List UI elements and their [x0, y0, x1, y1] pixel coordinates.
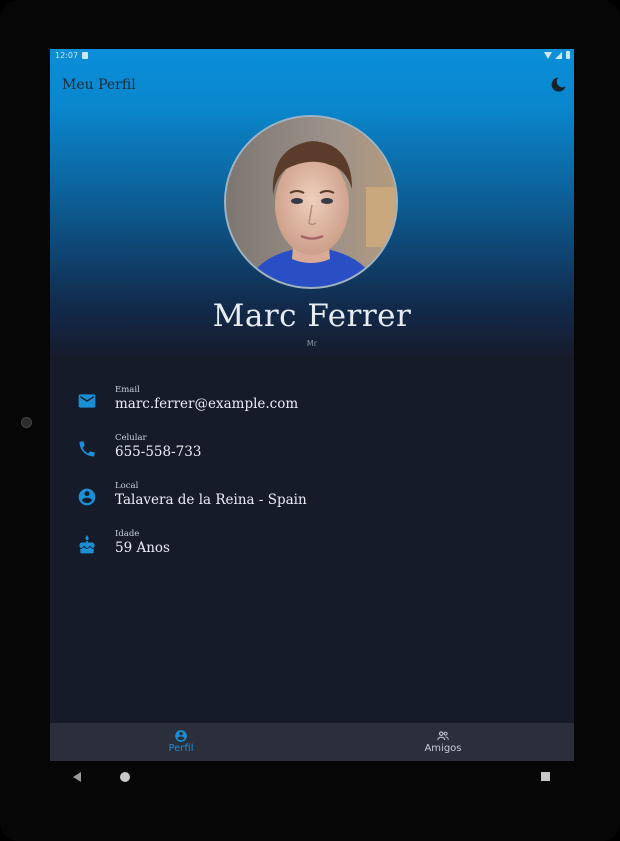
- profile-name: Marc Ferrer: [212, 298, 412, 334]
- back-icon[interactable]: [73, 772, 81, 782]
- info-row-location: Local Talavera de la Reina - Spain: [50, 481, 574, 521]
- app-screen: 12:07 Meu Perfil Marc Ferrer Mr Email ma…: [50, 49, 574, 761]
- nav-tab-label: Perfil: [168, 743, 194, 754]
- info-value: Talavera de la Reina - Spain: [115, 492, 307, 508]
- battery-icon: [566, 51, 570, 59]
- system-navigation-bar: [50, 761, 574, 791]
- moon-icon: [551, 77, 566, 92]
- account-circle-icon: [78, 488, 96, 506]
- info-value: 59 Anos: [115, 540, 170, 556]
- info-label: Idade: [115, 529, 140, 539]
- nav-tab-amigos[interactable]: Amigos: [312, 723, 574, 761]
- info-label: Local: [115, 481, 139, 491]
- info-label: Celular: [115, 433, 147, 443]
- front-camera: [21, 417, 32, 428]
- nav-tab-label: Amigos: [424, 743, 462, 754]
- info-row-email: Email marc.ferrer@example.com: [50, 385, 574, 425]
- bottom-navigation: Perfil Amigos: [50, 723, 574, 761]
- people-icon: [437, 731, 449, 741]
- profile-title: Mr: [306, 339, 318, 348]
- info-label: Email: [115, 385, 140, 395]
- account-circle-icon: [175, 730, 187, 742]
- notification-icon: [82, 52, 88, 59]
- wifi-icon: [544, 52, 552, 59]
- cellular-signal-icon: [555, 52, 562, 59]
- nav-tab-perfil[interactable]: Perfil: [50, 723, 312, 761]
- info-row-age: Idade 59 Anos: [50, 529, 574, 569]
- cake-icon: [79, 535, 95, 554]
- avatar-photo: [226, 117, 396, 287]
- phone-icon: [79, 441, 95, 457]
- email-icon: [78, 394, 96, 408]
- info-row-phone: Celular 655-558-733: [50, 433, 574, 473]
- avatar: [224, 115, 398, 289]
- info-value: marc.ferrer@example.com: [115, 396, 299, 412]
- recent-apps-icon[interactable]: [541, 772, 550, 781]
- page-title: Meu Perfil: [62, 77, 136, 93]
- status-bar: 12:07: [50, 49, 574, 63]
- theme-toggle-button[interactable]: [548, 75, 568, 95]
- status-time: 12:07: [55, 51, 79, 60]
- info-value: 655-558-733: [115, 444, 202, 460]
- tablet-frame: 12:07 Meu Perfil Marc Ferrer Mr Email ma…: [0, 0, 620, 841]
- home-icon[interactable]: [120, 772, 130, 782]
